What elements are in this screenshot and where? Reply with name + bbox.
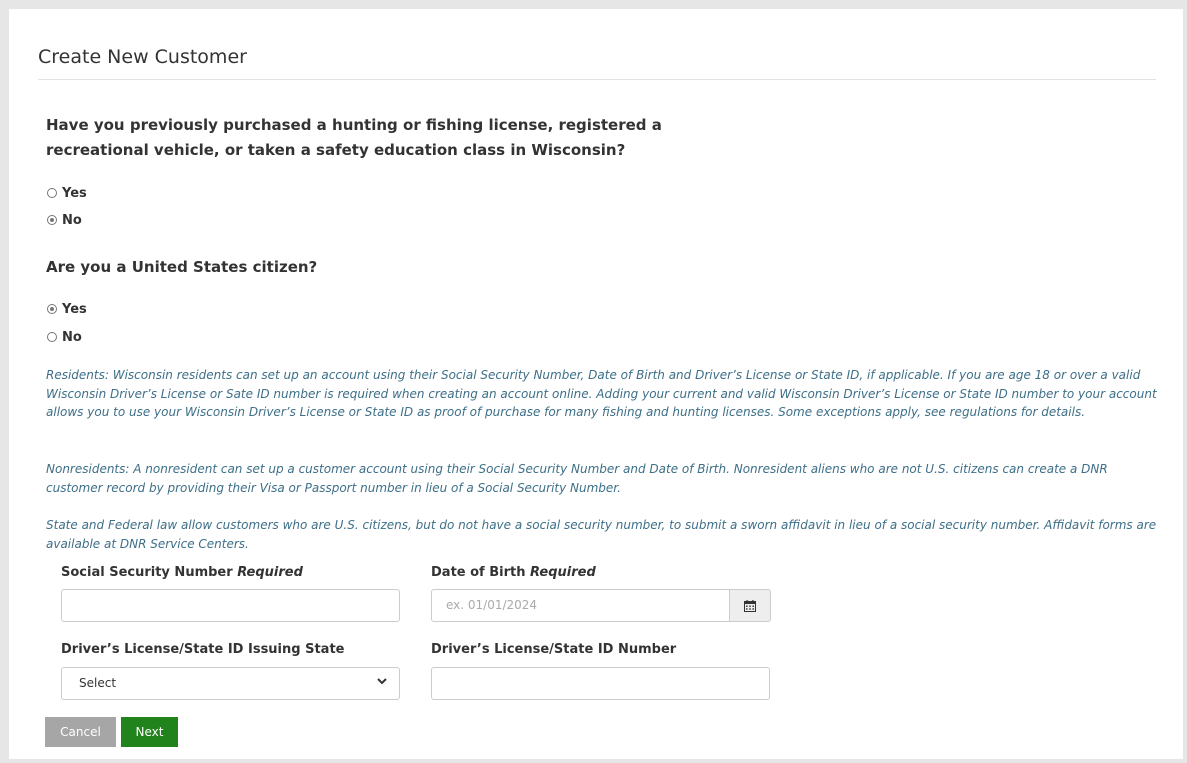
dob-label-text: Date of Birth: [431, 565, 526, 580]
dl-state-select[interactable]: Select: [61, 667, 400, 700]
prior-purchase-no-radio[interactable]: [47, 215, 57, 225]
prior-purchase-yes-option[interactable]: Yes: [47, 183, 87, 203]
title-divider: [38, 79, 1156, 80]
citizen-yes-label: Yes: [62, 301, 87, 317]
dl-number-input[interactable]: [431, 667, 770, 700]
citizen-yes-option[interactable]: Yes: [47, 299, 87, 319]
citizen-yes-radio[interactable]: [47, 304, 57, 314]
ssn-required-label: Required: [237, 565, 303, 580]
dl-state-selected: Select: [79, 676, 117, 690]
page-title: Create New Customer: [38, 46, 247, 68]
prior-purchase-yes-radio[interactable]: [47, 188, 57, 198]
affidavit-info: State and Federal law allow customers wh…: [46, 518, 1157, 551]
calendar-icon: [744, 599, 756, 612]
prior-purchase-no-option[interactable]: No: [47, 210, 82, 230]
dob-label: Date of Birth Required: [431, 565, 596, 580]
citizen-no-label: No: [62, 329, 82, 345]
prior-purchase-yes-label: Yes: [62, 185, 87, 201]
dob-placeholder: ex. 01/01/2024: [446, 598, 538, 612]
dl-state-label: Driver’s License/State ID Issuing State: [61, 642, 345, 657]
ssn-label-text: Social Security Number: [61, 565, 233, 580]
ssn-input[interactable]: [61, 589, 400, 622]
calendar-button[interactable]: [730, 589, 771, 622]
dob-required-label: Required: [530, 565, 596, 580]
question-citizen: Are you a United States citizen?: [46, 258, 318, 276]
question-prior-purchase: Have you previously purchased a hunting …: [46, 116, 662, 159]
next-button[interactable]: Next: [121, 717, 178, 747]
ssn-label: Social Security Number Required: [61, 565, 303, 580]
dl-number-label: Driver’s License/State ID Number: [431, 642, 677, 657]
prior-purchase-no-label: No: [62, 212, 82, 228]
citizen-no-option[interactable]: No: [47, 327, 82, 347]
nonresidents-info: Nonresidents: A nonresident can set up a…: [46, 462, 1108, 495]
citizen-no-radio[interactable]: [47, 332, 57, 342]
chevron-down-icon: [377, 675, 387, 690]
cancel-button[interactable]: Cancel: [45, 717, 116, 747]
residents-info: Residents: Wisconsin residents can set u…: [46, 368, 1157, 419]
dob-input[interactable]: ex. 01/01/2024: [431, 589, 730, 622]
